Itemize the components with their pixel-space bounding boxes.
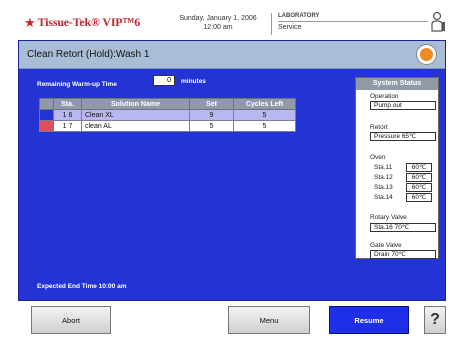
row-marker <box>39 120 54 132</box>
current-date: Sunday, January 1, 2006 <box>179 15 257 22</box>
table-header-solution: Solution Name <box>81 98 190 110</box>
cell-sta: 1 6 <box>53 109 82 121</box>
gate-valve-label: Gate Valve <box>370 242 402 249</box>
table-header-sta: Sta. <box>53 98 82 110</box>
user-icon[interactable] <box>430 11 446 33</box>
expected-end-time: Expected End Time 10:00 am <box>37 283 126 290</box>
cell-cycles: 5 <box>233 120 296 132</box>
help-button[interactable]: ? <box>424 306 446 334</box>
main-panel: Clean Retort (Hold):Wash 1 Remaining War… <box>18 40 446 301</box>
brand-logo: ★ Tissue-Tek® VIP™6 <box>24 15 140 30</box>
gate-valve-value: Drain 70℃ <box>370 250 436 259</box>
cell-solution: clean AL <box>81 120 190 132</box>
oven-sta11-value: 60℃ <box>406 163 432 172</box>
cell-set: 5 <box>189 120 234 132</box>
retort-label: Retort <box>370 124 388 131</box>
cell-set: 9 <box>189 109 234 121</box>
operation-value: Pump out <box>370 101 436 110</box>
solution-table: Sta. Solution Name Set Cycles Left 1 6 C… <box>39 98 296 132</box>
cell-sta: 1 7 <box>53 120 82 132</box>
header-divider <box>271 13 272 35</box>
cell-solution: Clean XL <box>81 109 190 121</box>
brand-name: Tissue-Tek® VIP™6 <box>37 15 141 29</box>
table-header-set: Set <box>189 98 234 110</box>
abort-button[interactable]: Abort <box>31 306 111 334</box>
date-time: Sunday, January 1, 2006 12:00 am <box>168 14 268 32</box>
table-header-row: Sta. Solution Name Set Cycles Left <box>39 98 296 110</box>
expected-end-label: Expected End Time <box>37 283 97 290</box>
resume-button[interactable]: Resume <box>329 306 409 334</box>
app-header: ★ Tissue-Tek® VIP™6 Sunday, January 1, 2… <box>18 8 446 38</box>
warmup-value: 0 <box>153 75 175 86</box>
oven-sta13-label: Sta.13 <box>374 184 393 191</box>
table-row[interactable]: 1 7 clean AL 5 5 <box>39 120 296 132</box>
rotary-valve-label: Rotary Valve <box>370 214 407 221</box>
table-row[interactable]: 1 6 Clean XL 9 5 <box>39 109 296 121</box>
rotary-valve-value: Sta.16 70℃ <box>370 223 436 232</box>
help-circle-icon[interactable] <box>416 44 437 65</box>
cell-cycles: 5 <box>233 109 296 121</box>
panel-titlebar: Clean Retort (Hold):Wash 1 <box>19 41 445 69</box>
user-name: Service <box>278 24 302 31</box>
retort-value: Pressure 65℃ <box>370 132 436 141</box>
menu-button[interactable]: Menu <box>228 306 310 334</box>
table-header-cycles: Cycles Left <box>233 98 296 110</box>
user-info: LABORATORY Service <box>278 13 428 31</box>
oven-sta13-value: 60℃ <box>406 183 432 192</box>
panel-title: Clean Retort (Hold):Wash 1 <box>27 49 150 60</box>
oven-sta14-label: Sta.14 <box>374 194 393 201</box>
row-marker <box>39 109 54 121</box>
operation-label: Operation <box>370 93 399 100</box>
table-header-marker <box>39 98 54 110</box>
oven-sta12-value: 60℃ <box>406 173 432 182</box>
expected-end-value: 10:00 am <box>98 283 127 290</box>
oven-sta11-label: Sta.11 <box>374 164 393 171</box>
oven-sta12-label: Sta.12 <box>374 174 393 181</box>
current-time: 12:00 am <box>203 24 233 31</box>
warmup-label: Remaining Warm-up Time <box>37 81 117 88</box>
oven-label: Oven <box>370 154 386 161</box>
system-status-title: System Status <box>356 78 438 90</box>
star-icon: ★ <box>24 15 36 30</box>
department-label: LABORATORY <box>278 13 428 22</box>
warmup-unit: minutes <box>181 78 206 85</box>
oven-sta14-value: 60℃ <box>406 193 432 202</box>
system-status-panel: System Status Operation Pump out Retort … <box>355 77 439 259</box>
help-circle-inner <box>420 48 433 61</box>
